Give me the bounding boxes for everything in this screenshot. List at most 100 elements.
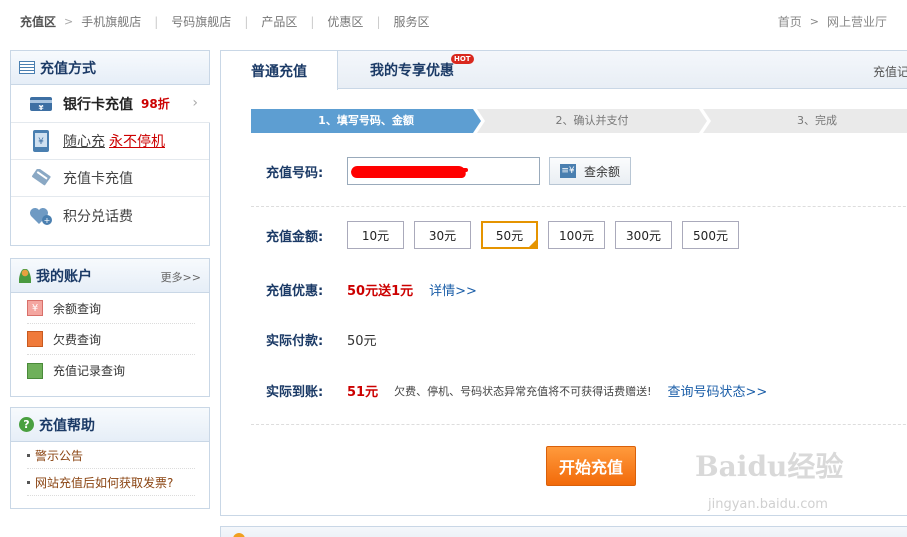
method-recharge-card[interactable]: 充值卡充值 xyxy=(11,160,209,197)
promo-value: 50元送1元 xyxy=(347,284,414,299)
start-recharge-button[interactable]: 开始充值 xyxy=(546,446,636,486)
list-icon xyxy=(19,61,35,74)
bank-card-icon: ¥ xyxy=(29,95,53,113)
breadcrumb: 充值区 > 手机旗舰店 | 号码旗舰店 | 产品区 | 优惠区 | 服务区 xyxy=(20,13,430,30)
recharge-help-header: ? 充值帮助 xyxy=(11,408,209,442)
help-icon: ? xyxy=(19,417,34,432)
account-item-label: 欠费查询 xyxy=(53,332,102,347)
account-item-label: 余额查询 xyxy=(53,301,102,316)
nav-divider: | xyxy=(310,14,315,29)
breadcrumb-home[interactable]: 充值区 xyxy=(20,13,56,30)
my-account-title: 我的账户 xyxy=(36,268,92,285)
discount-badge: 98折 xyxy=(141,97,170,111)
yen-icon: ¥ xyxy=(27,300,43,316)
phone-number-input[interactable] xyxy=(347,157,540,185)
account-item-arrears[interactable]: 欠费查询 xyxy=(27,324,195,355)
divider xyxy=(251,424,907,425)
breadcrumb-separator: > xyxy=(64,15,74,28)
amount-option-300[interactable]: 300元 xyxy=(615,221,672,249)
bottom-panel-header xyxy=(220,526,907,537)
top-breadcrumb-nav: 充值区 > 手机旗舰店 | 号码旗舰店 | 产品区 | 优惠区 | 服务区 首页… xyxy=(0,0,907,42)
nav-link-service[interactable]: 服务区 xyxy=(393,13,429,30)
recharge-method-header: 充值方式 xyxy=(11,51,209,85)
help-item-notice[interactable]: 警示公告 xyxy=(27,442,195,469)
progress-steps: 1、填写号码、金额 2、确认并支付 3、完成 xyxy=(251,109,907,133)
step-confirm-pay: 2、确认并支付 xyxy=(477,109,707,133)
amount-option-30[interactable]: 30元 xyxy=(414,221,471,249)
nav-divider: | xyxy=(154,14,159,29)
svg-text:¥: ¥ xyxy=(38,137,44,147)
method-bank-card[interactable]: ¥ 银行卡充值 98折 › xyxy=(11,85,210,123)
phone-yen-icon: ¥ xyxy=(29,130,53,152)
hot-badge: HOT xyxy=(451,54,474,64)
my-account-box: 我的账户 更多>> ¥ 余额查询 欠费查询 充值记录查询 xyxy=(10,258,210,397)
amount-label: 充值金额: xyxy=(266,229,324,245)
balance-icon: ≡¥ xyxy=(559,164,576,178)
recharge-help-box: ? 充值帮助 警示公告 网站充值后如何获取发票? xyxy=(10,407,210,509)
arrival-value: 51元 xyxy=(347,385,379,400)
check-balance-label: 查余额 xyxy=(583,164,620,179)
top-right-links: 首页 > 网上营业厅 xyxy=(778,13,887,30)
amount-option-100[interactable]: 100元 xyxy=(548,221,605,249)
recharge-method-title: 充值方式 xyxy=(40,60,96,77)
help-item-label: 网站充值后如何获取发票? xyxy=(35,475,174,490)
tab-normal-recharge[interactable]: 普通充值 xyxy=(221,51,338,90)
promo-label: 充值优惠: xyxy=(266,284,324,299)
check-balance-button[interactable]: ≡¥ 查余额 xyxy=(549,157,631,185)
nav-link-number-store[interactable]: 号码旗舰店 xyxy=(171,13,231,30)
svg-text:+: + xyxy=(44,216,51,225)
breadcrumb-separator: > xyxy=(809,15,819,28)
amount-option-10[interactable]: 10元 xyxy=(347,221,404,249)
help-item-invoice[interactable]: 网站充值后如何获取发票? xyxy=(27,469,195,496)
nav-link-offers[interactable]: 优惠区 xyxy=(327,13,363,30)
chevron-right-icon: › xyxy=(192,95,198,111)
nav-link-phone-store[interactable]: 手机旗舰店 xyxy=(81,13,141,30)
method-recharge-card-label: 充值卡充值 xyxy=(63,171,133,187)
baidu-watermark: Baidu经验 xyxy=(695,450,844,483)
promo-details-link[interactable]: 详情>> xyxy=(429,280,477,299)
baidu-watermark-url: jingyan.baidu.com xyxy=(708,497,828,512)
recharge-tabs: 普通充值 我的专享优惠 HOT 充值记 xyxy=(221,51,907,90)
amount-row: 充值金额: 10元 30元 50元 100元 300元 500元 xyxy=(266,221,749,249)
svg-text:¥: ¥ xyxy=(39,104,44,112)
account-item-balance[interactable]: ¥ 余额查询 xyxy=(27,293,195,324)
nav-link-products[interactable]: 产品区 xyxy=(261,13,297,30)
payment-row: 实际付款: 50元 xyxy=(266,330,377,349)
payment-value: 50元 xyxy=(347,334,377,349)
bullet xyxy=(27,480,30,484)
arrival-label: 实际到账: xyxy=(266,385,324,400)
step-fill-info: 1、填写号码、金额 xyxy=(251,109,481,133)
method-points[interactable]: + 积分兑话费 xyxy=(11,197,209,234)
payment-label: 实际付款: xyxy=(266,334,324,349)
my-account-header: 我的账户 更多>> xyxy=(11,259,209,293)
user-icon xyxy=(19,268,31,283)
nav-divider: | xyxy=(244,14,249,29)
recharge-help-title: 充值帮助 xyxy=(39,417,95,434)
recharge-card-icon xyxy=(29,169,53,187)
method-flexible-extra: 永不停机 xyxy=(109,134,165,150)
check-number-status-link[interactable]: 查询号码状态>> xyxy=(668,381,768,400)
arrival-row: 实际到账: 51元 欠费、停机、号码状态异常充值将不可获得话费赠送! 查询号码状… xyxy=(266,381,768,401)
calendar-icon xyxy=(27,331,43,347)
step-complete: 3、完成 xyxy=(703,109,907,133)
heart-plus-icon: + xyxy=(29,207,53,225)
phone-label: 充值号码: xyxy=(266,165,324,181)
nav-link-online-hall[interactable]: 网上营业厅 xyxy=(827,13,887,30)
phone-row: 充值号码: ≡¥ 查余额 xyxy=(266,157,631,185)
record-icon xyxy=(27,362,43,379)
info-icon xyxy=(233,533,245,537)
tab-recharge-records[interactable]: 充值记 xyxy=(873,63,907,80)
divider xyxy=(251,206,907,207)
amount-option-50-selected[interactable]: 50元 xyxy=(481,221,538,249)
recharge-method-box: 充值方式 ¥ 银行卡充值 98折 › ¥ 随心充 永不停机 充值卡充值 + 积分… xyxy=(10,50,210,246)
method-flexible[interactable]: ¥ 随心充 永不停机 xyxy=(11,123,209,160)
promo-row: 充值优惠: 50元送1元 详情>> xyxy=(266,280,477,299)
method-points-label: 积分兑话费 xyxy=(63,208,133,225)
account-more-link[interactable]: 更多>> xyxy=(161,269,201,285)
account-item-label: 充值记录查询 xyxy=(53,364,126,378)
account-item-records[interactable]: 充值记录查询 xyxy=(27,355,195,386)
help-item-label: 警示公告 xyxy=(35,448,84,463)
nav-link-homepage[interactable]: 首页 xyxy=(778,13,802,30)
amount-option-500[interactable]: 500元 xyxy=(682,221,739,249)
method-flexible-label: 随心充 xyxy=(63,134,105,150)
